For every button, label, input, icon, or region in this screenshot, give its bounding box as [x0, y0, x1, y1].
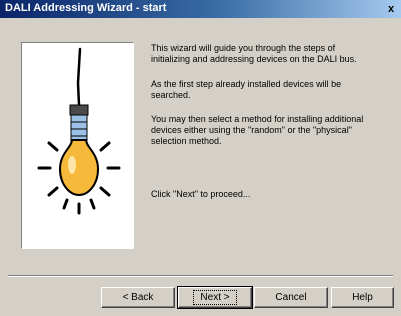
window-title: DALI Addressing Wizard - start	[5, 2, 167, 14]
cancel-button[interactable]: Cancel	[254, 287, 328, 308]
next-button-label: Next >	[193, 290, 237, 305]
close-icon[interactable]: x	[383, 1, 399, 17]
back-button[interactable]: < Back	[101, 287, 175, 308]
title-bar: DALI Addressing Wizard - start x	[0, 0, 401, 18]
light-bulb-icon	[37, 47, 121, 215]
help-button[interactable]: Help	[331, 287, 394, 308]
separator	[8, 275, 393, 277]
wizard-illustration	[21, 42, 134, 249]
first-step-paragraph: As the first step already installed devi…	[151, 79, 342, 100]
wizard-description: This wizard will guide you through the s…	[151, 43, 376, 200]
proceed-paragraph: Click "Next" to proceed...	[151, 189, 251, 199]
next-button[interactable]: Next >	[177, 286, 253, 309]
method-paragraph: You may then select a method for install…	[151, 114, 364, 146]
intro-paragraph: This wizard will guide you through the s…	[151, 43, 357, 64]
